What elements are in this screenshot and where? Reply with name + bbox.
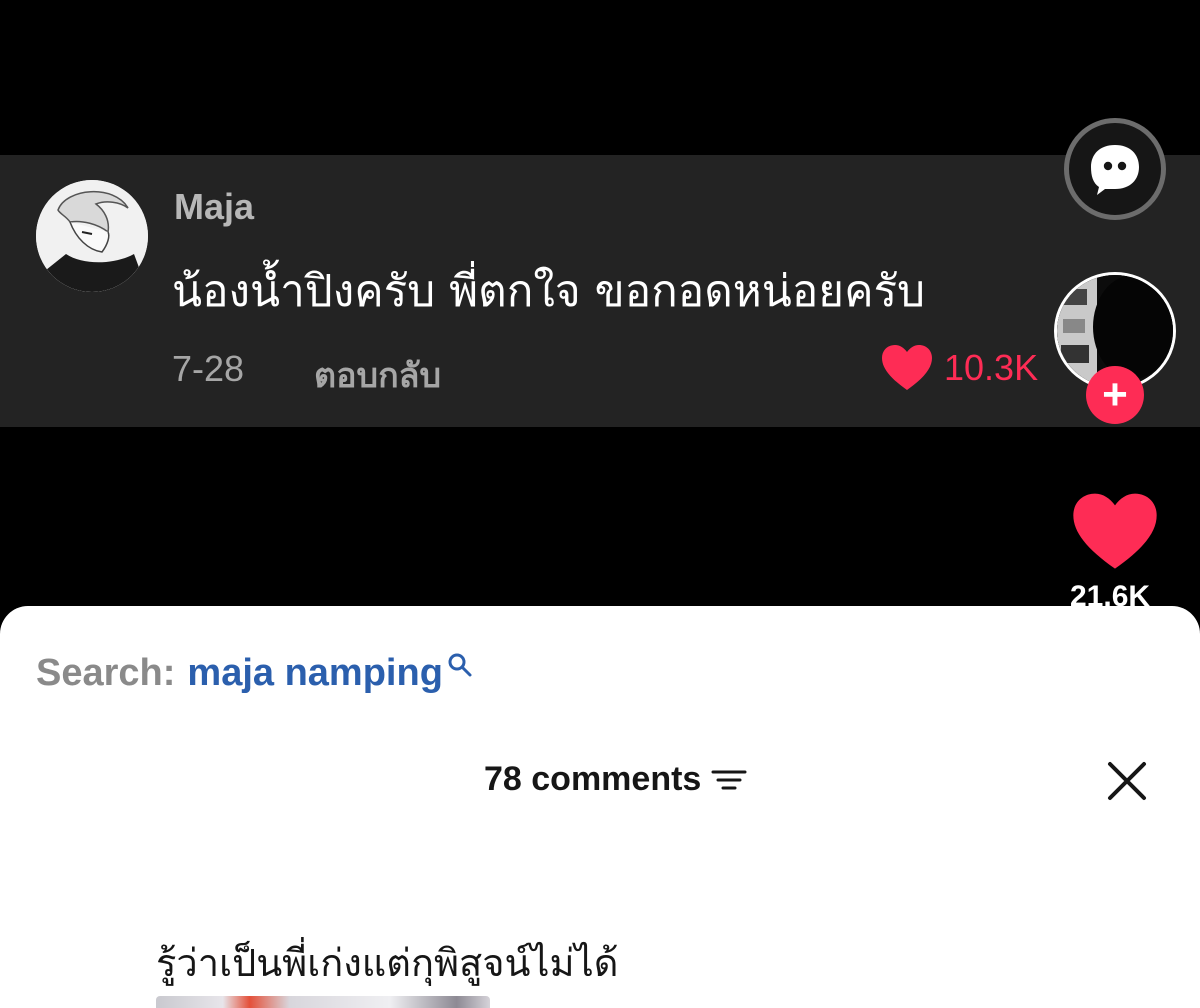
comment-date: 7-28	[172, 348, 245, 389]
close-icon	[1108, 762, 1146, 800]
commenter-avatar[interactable]	[36, 180, 148, 292]
heart-icon	[1073, 493, 1157, 569]
search-term[interactable]: maja namping	[187, 652, 443, 695]
search-prefix: Search:	[36, 652, 176, 694]
first-comment-text: รู้ว่าเป็นพี่เก่งแต่กุพิสูจน์ไม่ได้	[156, 941, 619, 985]
close-button[interactable]	[1106, 760, 1148, 802]
follow-button[interactable]: +	[1086, 366, 1144, 424]
comment-like-count: 10.3K	[944, 347, 1039, 388]
search-icon	[448, 653, 472, 677]
comments-count: 78 comments	[484, 760, 702, 798]
comment-like-button[interactable]: 10.3K	[880, 344, 1038, 392]
comment-image-thumbnail[interactable]	[156, 996, 490, 1008]
chat-bubble-icon	[1091, 145, 1139, 195]
comments-shortcut-button[interactable]	[1064, 118, 1166, 220]
comments-header: 78 comments	[484, 760, 747, 799]
sort-icon[interactable]	[711, 766, 747, 794]
heart-icon	[882, 345, 932, 390]
commenter-username[interactable]: Maja	[174, 186, 254, 228]
video-like-button[interactable]	[1070, 492, 1160, 576]
overlay-comment-text: น้องน้ำปิงครับ พี่ตกใจ ขอกอดหน่อยครับ	[172, 266, 926, 317]
reply-button[interactable]: ตอบกลับ	[314, 348, 441, 402]
search-suggestion[interactable]: Search: maja namping	[36, 652, 473, 695]
